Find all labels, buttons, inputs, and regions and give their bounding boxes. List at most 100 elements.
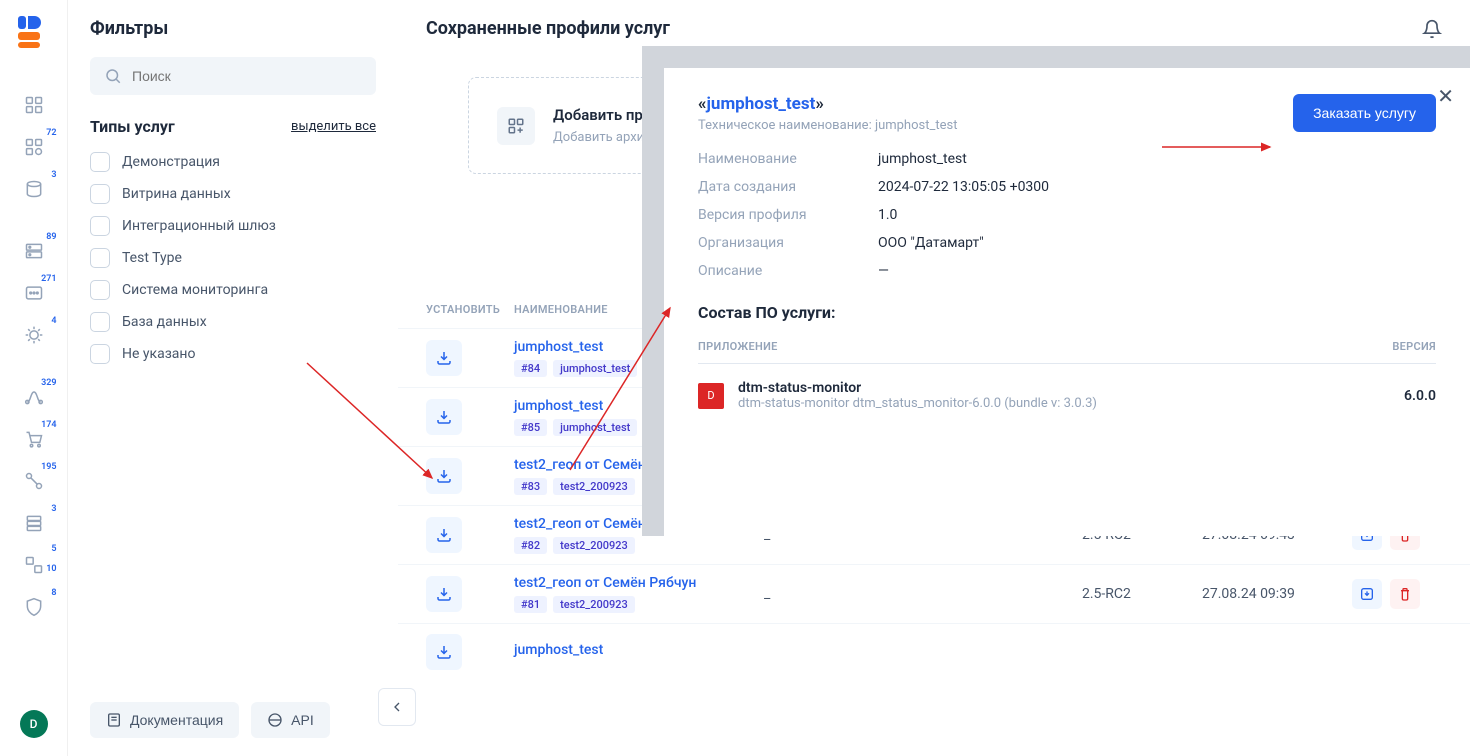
doc-icon bbox=[106, 712, 122, 728]
filters-title: Фильтры bbox=[90, 18, 376, 39]
tag-name: jumphost_test bbox=[553, 419, 637, 436]
checkbox-label: Демонстрация bbox=[122, 154, 220, 170]
detail-value: jumphost_test bbox=[878, 151, 967, 167]
servers-icon bbox=[24, 241, 44, 261]
detail-label: Организация bbox=[698, 235, 878, 251]
checkbox[interactable] bbox=[90, 280, 110, 300]
db-icon bbox=[24, 179, 44, 199]
nav-servers[interactable]: 89 bbox=[14, 234, 54, 268]
collapse-button[interactable] bbox=[378, 688, 416, 726]
order-service-button[interactable]: Заказать услугу bbox=[1293, 94, 1436, 132]
delete-button[interactable] bbox=[1390, 579, 1420, 609]
api-button[interactable]: API bbox=[251, 702, 330, 738]
detail-label: Описание bbox=[698, 263, 878, 279]
detail-row: Наименованиеjumphost_test bbox=[698, 151, 1436, 167]
type-checkbox-row[interactable]: Витрина данных bbox=[90, 184, 376, 204]
type-checkbox-row[interactable]: База данных bbox=[90, 312, 376, 332]
search-input[interactable] bbox=[132, 68, 362, 84]
search-icon bbox=[104, 67, 122, 85]
nav-services[interactable]: 72 bbox=[14, 130, 54, 164]
icon-sidebar: 72 3 89 271 4 329 174 195 3 510 8 D bbox=[0, 0, 68, 756]
flows-icon bbox=[24, 387, 44, 407]
install-button[interactable] bbox=[426, 458, 462, 494]
download-button[interactable] bbox=[1352, 579, 1382, 609]
table-row: test2_геоп от Семён Рябчун #81 test2_20092… bbox=[398, 564, 1470, 623]
checkbox[interactable] bbox=[90, 184, 110, 204]
install-button[interactable] bbox=[426, 399, 462, 435]
install-button[interactable] bbox=[426, 517, 462, 553]
install-button[interactable] bbox=[426, 576, 462, 612]
close-icon[interactable]: ✕ bbox=[1437, 84, 1454, 108]
detail-value: 2024-07-22 13:05:05 +0300 bbox=[878, 179, 1049, 195]
page-title: Сохраненные профили услуг bbox=[426, 18, 670, 39]
software-title: Состав ПО услуги: bbox=[698, 303, 1436, 322]
profile-name-link[interactable]: jumphost_test bbox=[514, 642, 764, 658]
nav-jobs[interactable]: 271 bbox=[14, 276, 54, 310]
select-all-link[interactable]: выделить все bbox=[291, 119, 376, 134]
row-date: 27.08.24 09:39 bbox=[1202, 586, 1352, 602]
type-checkbox-row[interactable]: Не указано bbox=[90, 344, 376, 364]
links-icon bbox=[24, 471, 44, 491]
type-checkbox-row[interactable]: Демонстрация bbox=[90, 152, 376, 172]
modal-subtitle: Техническое наименование: jumphost_test bbox=[698, 118, 957, 133]
detail-value: 1.0 bbox=[878, 207, 897, 223]
type-checkbox-row[interactable]: Интеграционный шлюз bbox=[90, 216, 376, 236]
checkbox-label: Не указано bbox=[122, 346, 195, 362]
software-row: D dtm-status-monitor dtm-status-monitor … bbox=[698, 364, 1436, 411]
nav-db[interactable]: 3 bbox=[14, 172, 54, 206]
profile-name-link[interactable]: test2_геоп от Семён Рябчун bbox=[514, 575, 764, 591]
nav-links[interactable]: 195 bbox=[14, 464, 54, 498]
checkbox[interactable] bbox=[90, 216, 110, 236]
proc-icon bbox=[24, 325, 44, 345]
avatar[interactable]: D bbox=[20, 710, 48, 738]
nav-flows[interactable]: 329 bbox=[14, 380, 54, 414]
type-checkbox-row[interactable]: Система мониторинга bbox=[90, 280, 376, 300]
detail-label: Дата создания bbox=[698, 179, 878, 195]
documentation-button[interactable]: Документация bbox=[90, 702, 239, 738]
detail-label: Наименование bbox=[698, 151, 878, 167]
detail-row: Версия профиля1.0 bbox=[698, 207, 1436, 223]
tag-id: #85 bbox=[514, 419, 547, 436]
detail-row: Описание— bbox=[698, 263, 1436, 279]
detail-row: ОрганизацияООО "Датамарт" bbox=[698, 235, 1436, 251]
row-version: 2.5-RC2 bbox=[1082, 586, 1202, 602]
detail-value: ООО "Датамарт" bbox=[878, 235, 984, 251]
nav-double[interactable]: 510 bbox=[14, 548, 54, 582]
tag-id: #83 bbox=[514, 478, 547, 495]
checkbox-label: Витрина данных bbox=[122, 186, 231, 202]
tag-name: test2_200923 bbox=[553, 596, 635, 613]
carts-icon bbox=[24, 429, 44, 449]
row-description: _ bbox=[764, 586, 1082, 602]
checkbox[interactable] bbox=[90, 248, 110, 268]
arrow-left-icon bbox=[389, 699, 405, 715]
services-icon bbox=[24, 137, 44, 157]
install-button[interactable] bbox=[426, 340, 462, 376]
tag-name: test2_200923 bbox=[553, 478, 635, 495]
tag-id: #81 bbox=[514, 596, 547, 613]
nav-stacks[interactable]: 3 bbox=[14, 506, 54, 540]
checkbox-label: Test Type bbox=[122, 250, 182, 266]
app-version: 6.0.0 bbox=[1404, 388, 1436, 404]
search-wrap[interactable] bbox=[90, 57, 376, 95]
modal-overlay: ✕ «jumphost_test» Техническое наименован… bbox=[642, 46, 1470, 536]
install-button[interactable] bbox=[426, 634, 462, 670]
table-row: jumphost_test bbox=[398, 623, 1470, 680]
checkbox-label: Интеграционный шлюз bbox=[122, 218, 276, 234]
profile-modal: ✕ «jumphost_test» Техническое наименован… bbox=[664, 68, 1470, 536]
add-icon bbox=[497, 107, 535, 145]
filters-panel: Фильтры Типы услуг выделить все Демонстр… bbox=[68, 0, 398, 756]
types-title: Типы услуг bbox=[90, 117, 175, 136]
bell-icon[interactable] bbox=[1422, 19, 1442, 39]
nav-shield[interactable]: 8 bbox=[14, 590, 54, 624]
checkbox[interactable] bbox=[90, 152, 110, 172]
logo bbox=[18, 16, 50, 48]
app-name: dtm-status-monitor bbox=[738, 380, 1097, 396]
checkbox-label: База данных bbox=[122, 314, 207, 330]
nav-carts[interactable]: 174 bbox=[14, 422, 54, 456]
nav-apps[interactable] bbox=[14, 88, 54, 122]
checkbox[interactable] bbox=[90, 312, 110, 332]
detail-row: Дата создания2024-07-22 13:05:05 +0300 bbox=[698, 179, 1436, 195]
checkbox[interactable] bbox=[90, 344, 110, 364]
type-checkbox-row[interactable]: Test Type bbox=[90, 248, 376, 268]
nav-proc[interactable]: 4 bbox=[14, 318, 54, 352]
